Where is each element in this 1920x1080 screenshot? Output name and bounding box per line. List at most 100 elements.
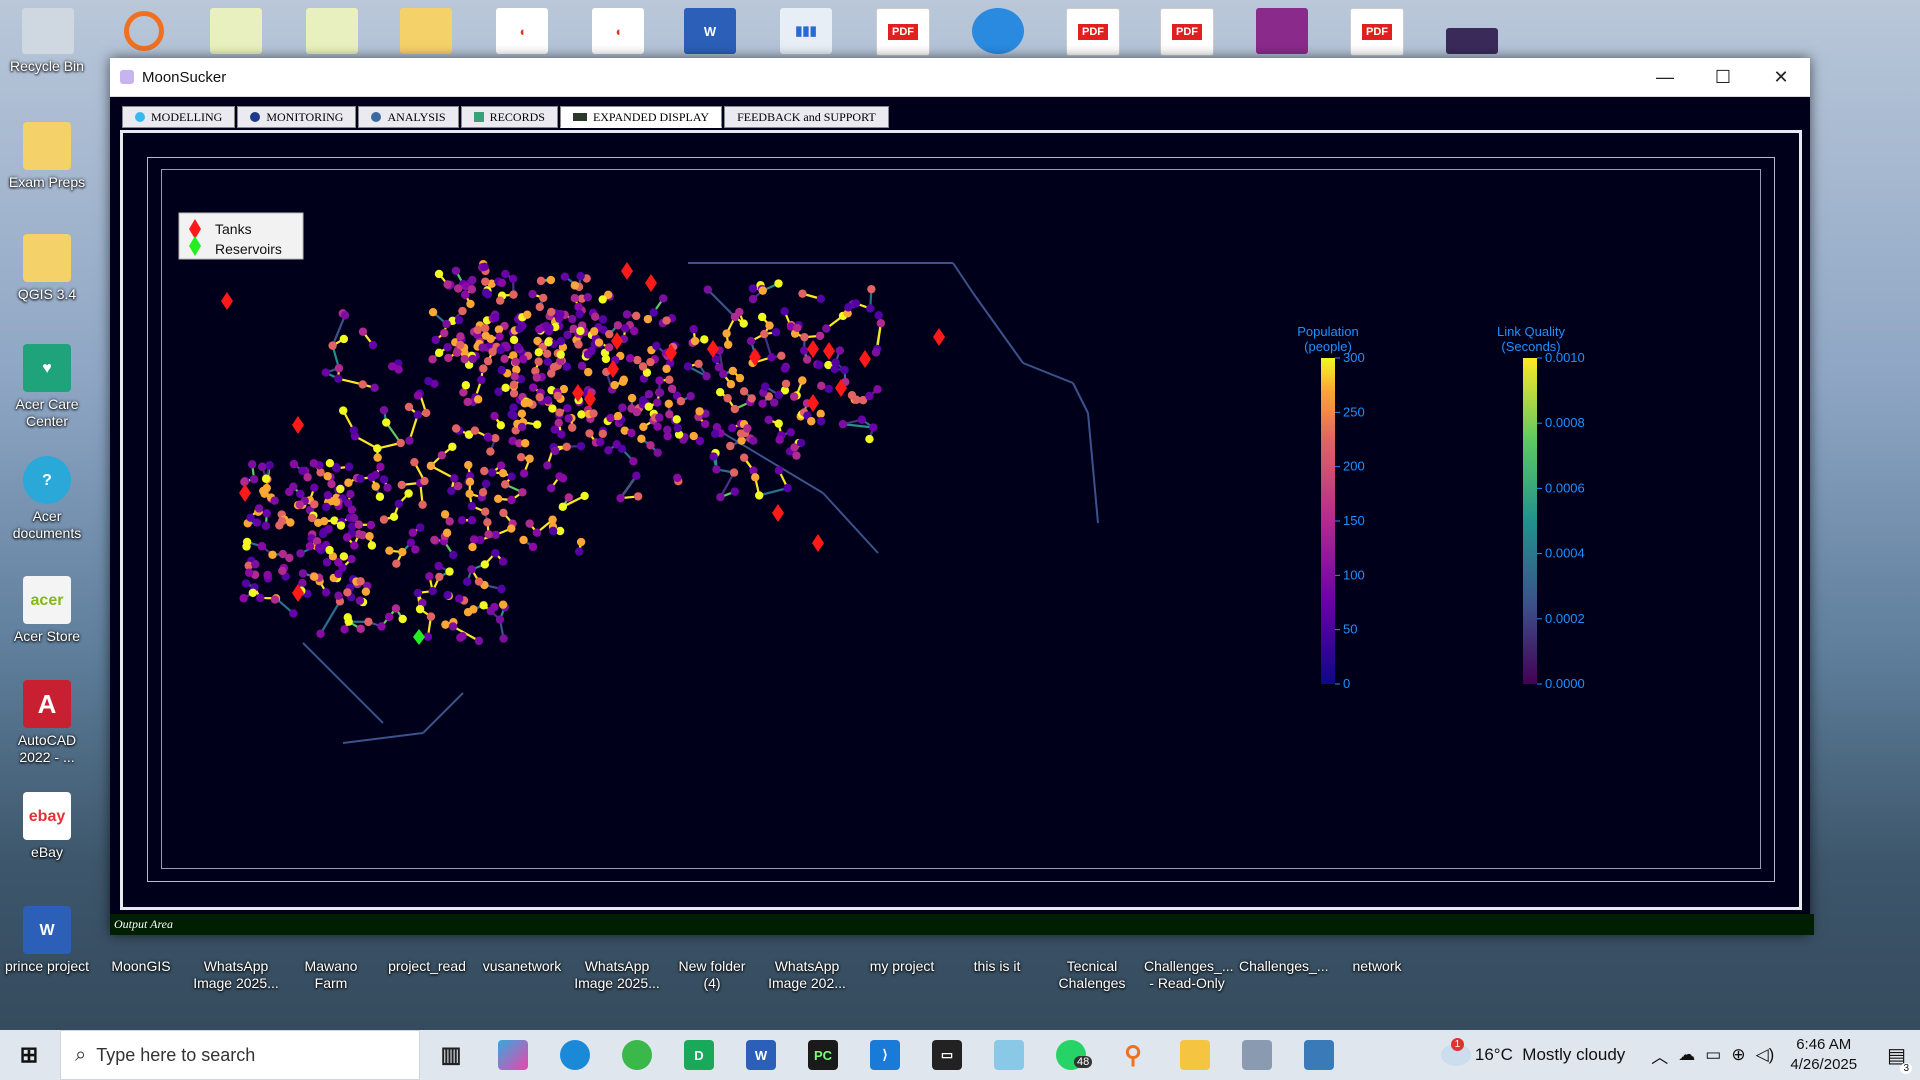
junction-node (739, 387, 749, 396)
cloud-icon[interactable]: ☁ (1678, 1045, 1695, 1065)
desktop-icon-whatsapp-image-3[interactable]: WhatsApp Image 202... (764, 958, 850, 992)
junction-node (655, 388, 665, 397)
file-icon[interactable] (210, 8, 262, 54)
copilot-icon[interactable] (498, 1040, 528, 1070)
desktop-icon-new-folder[interactable]: New folder (4) (669, 958, 755, 992)
whatsapp-badge: 48 (1074, 1056, 1093, 1068)
minimize-button[interactable]: — (1636, 58, 1694, 96)
desktop-icon-whatsapp-image-2[interactable]: WhatsApp Image 2025... (574, 958, 660, 992)
junction-node (673, 423, 682, 433)
document-icon[interactable]: ◖ (592, 8, 644, 54)
junction-node (532, 373, 542, 382)
battery-icon[interactable]: ▭ (1705, 1045, 1721, 1065)
word-icon[interactable]: W (684, 8, 736, 54)
file-icon[interactable] (306, 8, 358, 54)
pipe-link (1022, 362, 1074, 384)
terminal-icon[interactable]: ▭ (932, 1040, 962, 1070)
tab-analysis[interactable]: ANALYSIS (358, 106, 459, 128)
maximize-button[interactable]: ☐ (1694, 58, 1752, 96)
chart-icon[interactable]: ▮▮▮ (780, 8, 832, 54)
browser-icon[interactable] (972, 8, 1024, 54)
word-icon[interactable]: W (746, 1040, 776, 1070)
tab-modelling[interactable]: MODELLING (122, 106, 236, 128)
notification-icon[interactable]: ▤ 3 (1887, 1043, 1912, 1074)
search-box[interactable]: ⌕ Type here to search (60, 1030, 420, 1080)
desktop-icon-acer-documents[interactable]: ? Acer documents (4, 456, 90, 542)
tank-marker (933, 328, 945, 346)
junction-node (555, 408, 564, 417)
task-view-icon[interactable]: ▥ (436, 1040, 466, 1070)
vscode-icon[interactable]: ⟩ (870, 1040, 900, 1070)
desktop-icon-challenges-readonly[interactable]: Challenges_... - Read-Only (1144, 958, 1234, 992)
close-button[interactable]: ✕ (1752, 58, 1810, 96)
tab-records[interactable]: RECORDS (460, 106, 558, 128)
desktop-icon-acer-care-center[interactable]: ♥ Acer Care Center (4, 344, 90, 430)
junction-node (325, 545, 334, 555)
python-icon[interactable] (1304, 1040, 1334, 1070)
pdf-icon[interactable]: PDF (876, 8, 930, 56)
folder-icon[interactable] (400, 8, 452, 54)
desktop-icon-my-project[interactable]: my project (859, 958, 945, 975)
desktop-icon-challenges[interactable]: Challenges_... (1239, 958, 1329, 975)
edge-icon[interactable] (560, 1040, 590, 1070)
desktop-icon-acer-store[interactable]: acer Acer Store (4, 576, 90, 645)
tab-feedback-support[interactable]: FEEDBACK and SUPPORT (724, 106, 889, 128)
tab-expanded-display[interactable]: EXPANDED DISPLAY (559, 106, 723, 128)
search-app-icon[interactable]: ⚲ (1118, 1040, 1148, 1070)
junction-node (368, 340, 378, 350)
desktop-icon-tecnical-chalenges[interactable]: Tecnical Chalenges (1049, 958, 1135, 992)
desktop-icon-whatsapp-image[interactable]: WhatsApp Image 2025... (193, 958, 279, 992)
title-bar[interactable]: MoonSucker — ☐ ✕ (110, 58, 1810, 97)
desktop-icon-moongis[interactable]: MoonGIS (98, 958, 184, 975)
globe-icon[interactable]: ⊕ (1731, 1045, 1745, 1065)
document-icon[interactable]: ◖ (496, 8, 548, 54)
desktop-icon-mawano-farm[interactable]: Mawano Farm (288, 958, 374, 992)
desktop-icon-vusanetwork[interactable]: vusanetwork (479, 958, 565, 975)
junction-node (771, 328, 781, 337)
app-icon[interactable] (1242, 1040, 1272, 1070)
desktop-icon-this-is-it[interactable]: this is it (954, 958, 1040, 975)
app-icon[interactable] (622, 1040, 652, 1070)
junction-node (261, 521, 271, 530)
pdf-icon[interactable]: PDF (1160, 8, 1214, 56)
desktop-icon-recycle-bin[interactable]: Recycle Bin (4, 58, 90, 75)
junction-node (568, 314, 577, 324)
pdf-icon[interactable]: PDF (1350, 8, 1404, 56)
junction-node (665, 410, 674, 419)
network-plot[interactable]: Tanks Reservoirs Population (people) 300… (123, 133, 1799, 907)
desktop-icon-prince-project[interactable]: W prince project (4, 906, 90, 975)
file-explorer-icon[interactable] (1180, 1040, 1210, 1070)
junction-node (625, 354, 635, 363)
junction-node (605, 329, 614, 339)
pycharm-icon[interactable]: PC (808, 1040, 838, 1070)
app-icon[interactable] (994, 1040, 1024, 1070)
junction-node (774, 466, 784, 475)
junction-node (632, 407, 641, 417)
clock[interactable]: 6:46 AM 4/26/2025 (1790, 1035, 1857, 1075)
tab-monitoring[interactable]: MONITORING (237, 106, 357, 128)
junction-node (726, 441, 735, 451)
junction-node (638, 395, 648, 405)
desktop-icon-qgis[interactable]: QGIS 3.4 (4, 234, 90, 303)
recycle-bin-icon[interactable] (22, 8, 74, 54)
desktop-icon-exam-preps[interactable]: Exam Preps (4, 122, 90, 191)
junction-node (604, 343, 614, 352)
weather-text[interactable]: 16°C Mostly cloudy (1475, 1045, 1625, 1065)
volume-icon[interactable]: ◁) (1756, 1045, 1775, 1065)
desktop-icon-autocad[interactable]: A AutoCAD 2022 - ... (4, 680, 90, 766)
app-ring-icon[interactable] (118, 8, 170, 54)
desktop-icon-project-read[interactable]: project_read (384, 958, 470, 975)
junction-node (576, 441, 586, 451)
desktop-icon-ebay[interactable]: ebay eBay (4, 792, 90, 861)
junction-node (239, 594, 248, 603)
archive-icon[interactable] (1256, 8, 1308, 54)
start-button[interactable]: ⊞ (14, 1040, 44, 1070)
junction-node (576, 326, 585, 336)
weather-icon[interactable]: 1 (1440, 1038, 1471, 1066)
image-file-icon[interactable] (1446, 28, 1498, 54)
junction-node (481, 507, 490, 516)
d-app-icon[interactable]: D (684, 1040, 714, 1070)
chevron-up-icon[interactable]: ︿ (1651, 1043, 1668, 1068)
desktop-icon-network[interactable]: network (1334, 958, 1420, 975)
pdf-icon[interactable]: PDF (1066, 8, 1120, 56)
